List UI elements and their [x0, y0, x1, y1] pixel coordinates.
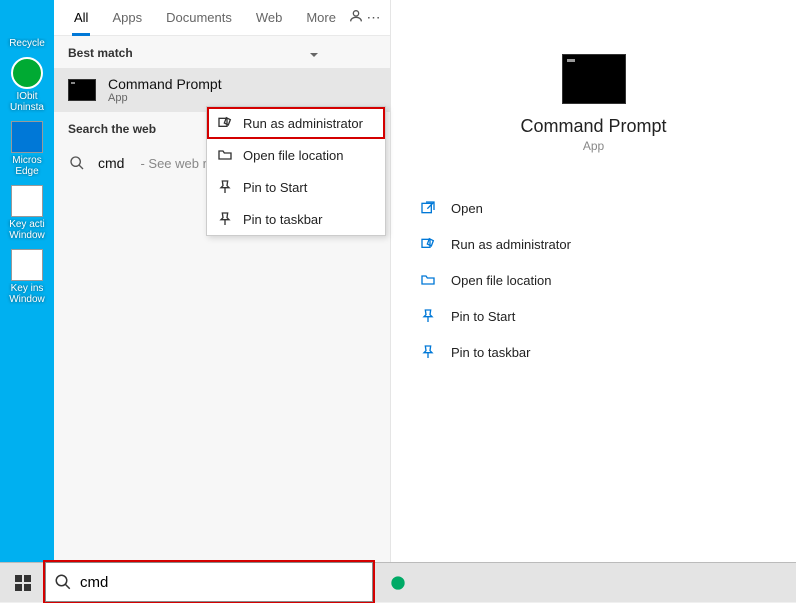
desktop-icon-keyacti[interactable]: Key acti Window — [0, 181, 54, 245]
admin-icon — [419, 235, 437, 253]
cmd-thumb-icon — [68, 79, 96, 101]
start-button[interactable] — [0, 563, 45, 603]
admin-icon — [217, 115, 233, 131]
search-icon — [68, 154, 86, 172]
action-open-location[interactable]: Open file location — [415, 265, 772, 295]
best-match-header: Best match — [54, 36, 390, 68]
start-search-panel: All Apps Documents Web More ⋯ Best match… — [54, 0, 796, 562]
chevron-down-icon — [310, 53, 318, 61]
taskbar — [0, 562, 796, 602]
tab-all[interactable]: All — [62, 0, 100, 36]
match-subtitle: App — [108, 92, 222, 104]
ctx-open-location[interactable]: Open file location — [207, 139, 385, 171]
web-term: cmd — [98, 155, 124, 171]
detail-thumb-icon — [562, 54, 626, 104]
action-pin-start[interactable]: Pin to Start — [415, 301, 772, 331]
action-pin-taskbar[interactable]: Pin to taskbar — [415, 337, 772, 367]
detail-pane: Command Prompt App Open Run as administr… — [390, 0, 796, 562]
iobit-button[interactable] — [375, 563, 421, 603]
search-input[interactable] — [80, 574, 364, 591]
detail-subtitle: App — [415, 139, 772, 153]
tab-documents[interactable]: Documents — [154, 0, 244, 36]
ctx-run-admin[interactable]: Run as administrator — [207, 107, 385, 139]
results-column: All Apps Documents Web More ⋯ Best match… — [54, 0, 390, 562]
detail-title: Command Prompt — [415, 116, 772, 137]
open-icon — [419, 199, 437, 217]
tab-more[interactable]: More — [294, 0, 348, 36]
tab-apps[interactable]: Apps — [100, 0, 154, 36]
detail-actions: Open Run as administrator Open file loca… — [415, 193, 772, 367]
pin-start-icon — [217, 179, 233, 195]
taskbar-search-box[interactable] — [45, 562, 373, 602]
action-run-admin[interactable]: Run as administrator — [415, 229, 772, 259]
action-open[interactable]: Open — [415, 193, 772, 223]
pin-taskbar-icon — [419, 343, 437, 361]
desktop-icon-keyins[interactable]: Key ins Window — [0, 245, 54, 309]
pin-start-icon — [419, 307, 437, 325]
desktop-icon-edge[interactable]: Micros Edge — [0, 117, 54, 181]
tab-web[interactable]: Web — [244, 0, 295, 36]
ctx-pin-taskbar[interactable]: Pin to taskbar — [207, 203, 385, 235]
desktop-icon-iobit[interactable]: IObit Uninsta — [0, 53, 54, 117]
filter-tabs: All Apps Documents Web More ⋯ — [54, 0, 390, 36]
more-options-icon[interactable]: ⋯ — [365, 9, 382, 26]
folder-icon — [217, 147, 233, 163]
desktop: Recycle IObit Uninsta Micros Edge Key ac… — [0, 0, 54, 562]
desktop-icon-recycle[interactable]: Recycle — [0, 0, 54, 53]
pin-taskbar-icon — [217, 211, 233, 227]
windows-logo-icon — [15, 575, 31, 591]
folder-icon — [419, 271, 437, 289]
ctx-pin-start[interactable]: Pin to Start — [207, 171, 385, 203]
search-icon — [54, 573, 72, 591]
match-title: Command Prompt — [108, 76, 222, 92]
feedback-icon[interactable] — [348, 8, 365, 27]
context-menu: Run as administrator Open file location … — [206, 106, 386, 236]
